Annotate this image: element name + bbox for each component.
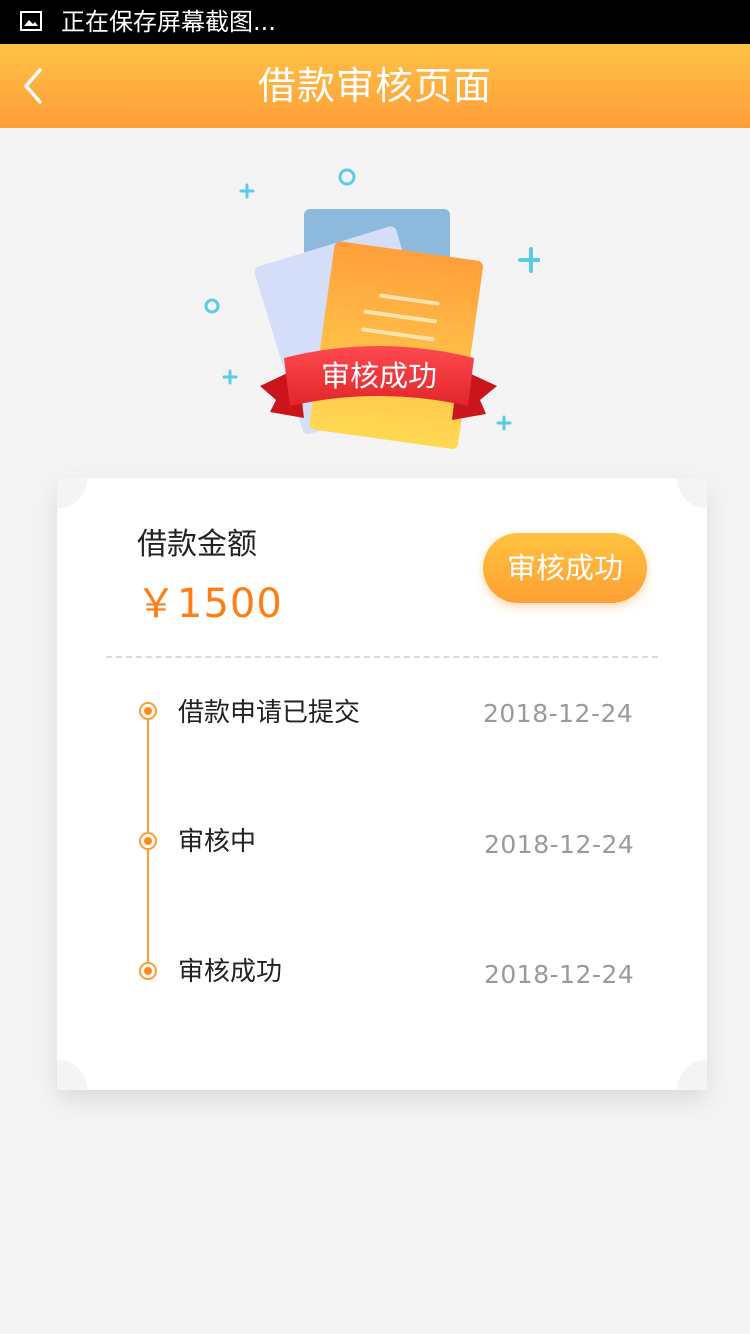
plus-decoration [496, 415, 512, 431]
timeline-date: 2018-12-24 [484, 830, 635, 859]
nav-bar: 借款审核页面 [0, 44, 750, 128]
amount-value: ￥1500 [136, 581, 283, 627]
status-text: 正在保存屏幕截图... [61, 8, 276, 36]
dashed-divider [106, 656, 658, 658]
approval-illustration: 审核成功 [180, 150, 544, 470]
timeline-label: 审核中 [178, 827, 257, 857]
ring-decoration [338, 168, 356, 186]
timeline-dot [139, 962, 157, 980]
timeline-dot [139, 702, 157, 720]
plus-decoration [518, 247, 544, 273]
timeline-label: 借款申请已提交 [178, 698, 361, 728]
document-stack-graphic [204, 168, 544, 449]
ring-decoration [204, 298, 220, 314]
timeline-label: 审核成功 [178, 957, 283, 987]
review-status-button[interactable]: 审核成功 [483, 533, 647, 603]
page-title: 借款审核页面 [257, 64, 492, 108]
ribbon-text: 审核成功 [320, 359, 437, 393]
amount-label: 借款金额 [137, 527, 257, 562]
plus-decoration [222, 369, 238, 385]
plus-decoration [239, 183, 255, 199]
timeline-dot [139, 832, 157, 850]
image-icon [20, 11, 42, 31]
timeline-date: 2018-12-24 [483, 699, 634, 728]
timeline-date: 2018-12-24 [484, 960, 635, 989]
status-bar: 正在保存屏幕截图... [0, 0, 750, 44]
